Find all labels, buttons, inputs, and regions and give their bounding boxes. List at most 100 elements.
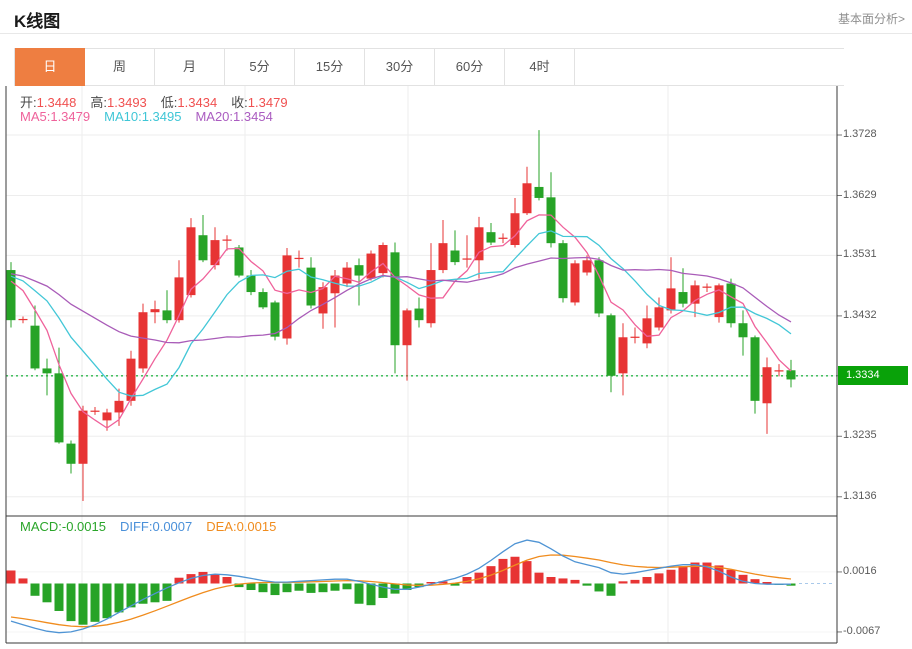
macd-hist-bar [246,583,256,591]
candle-body [282,255,292,339]
candle-body [750,337,760,401]
candle-body [450,250,460,263]
macd-hist-bar [318,583,328,593]
candle-body [390,252,400,346]
info-item: DIFF:0.0007 [119,519,193,534]
candle-body [174,277,184,321]
candle-body [738,323,748,338]
macd-hist-bar [222,576,232,584]
macd-hist-bar [294,583,304,591]
candle-body [354,265,364,276]
info-item: 收:1.3479 [231,95,288,110]
macd-hist-bar [78,583,88,625]
candle-body [498,237,508,239]
candle-body [534,186,544,198]
candle-body [462,258,472,260]
info-item: 开:1.3448 [20,95,77,110]
candle-body [150,309,160,313]
macd-hist-bar [606,583,616,596]
candle-body [66,443,76,464]
macd-hist-bar [30,583,40,596]
macd-hist-bar [18,578,28,584]
candle-body [18,318,28,321]
macd-hist-bar [282,583,292,593]
macd-hist-bar [90,583,100,622]
candle-body [426,270,436,324]
candle-body [162,310,172,321]
info-item: 高:1.3493 [90,95,147,110]
macd-hist-bar [102,583,112,619]
macd-hist-bar [546,576,556,584]
macd-hist-bar [678,566,688,584]
price-axis-label: 1.3531 [843,248,877,261]
candle-body [54,373,64,443]
kline-page: K线图 基本面分析> 日周月 5分 15分 30分 60分 4时 开:1.3448 高:1.… [0,0,912,649]
candle-body [558,243,568,299]
price-axis-label: 1.3728 [843,128,877,140]
macd-hist-bar [582,583,592,586]
macd-hist-bar [198,571,208,584]
macd-hist-bar [270,583,280,596]
macd-hist-bar [258,583,268,593]
candle-body [606,315,616,376]
macd-hist-bar [114,583,124,613]
info-item: 低:1.3434 [160,95,218,110]
info-item: MA20:1.3454 [195,109,273,124]
macd-hist-bar [762,582,772,584]
candle-body [414,308,424,321]
candle-body [762,367,772,404]
macd-hist-bar [6,570,16,584]
macd-hist-bar [378,583,388,598]
candle-body [78,410,88,464]
macd-hist-bar [510,556,520,584]
info-item: MA5:1.3479 [20,109,91,124]
candle-body [570,263,580,303]
candle-body [654,307,664,328]
candle-body [102,412,112,421]
current-price-tag: 1.3334 [838,366,908,386]
ma-info-bar: MA5:1.3479 MA10:1.3495 MA20:1.3454 [20,109,287,124]
info-item: DEA:0.0015 [206,519,277,534]
macd-info-bar: MACD:-0.0015 DIFF:0.0007 DEA:0.0015 [20,519,290,534]
candle-body [42,368,52,374]
price-axis-label: 1.3235 [843,429,877,442]
candle-body [726,283,736,324]
macd-hist-bar [654,573,664,584]
candle-body [582,260,592,273]
macd-hist-bar [42,583,52,603]
macd-hist-bar [66,583,76,622]
price-axis-label: 1.3629 [843,188,877,201]
candle-body [702,286,712,288]
candle-body [546,197,556,244]
candle-body [618,337,628,374]
macd-hist-bar [594,583,604,592]
macd-hist-bar [342,583,352,590]
macd-axis-label: 0.0016 [843,564,877,577]
candle-body [642,318,652,344]
macd-hist-bar [210,574,220,584]
candle-body [306,267,316,306]
info-item: MACD:-0.0015 [20,519,106,534]
macd-hist-bar [618,581,628,584]
candle-body [114,400,124,413]
candle-body [630,336,640,338]
candle-body [786,370,796,380]
candle-body [678,292,688,304]
candle-body [666,288,676,311]
macd-hist-bar [306,583,316,593]
macd-hist-bar [54,583,64,611]
macd-hist-bar [630,579,640,584]
macd-hist-bar [570,579,580,584]
candle-body [318,287,328,314]
candle-body [474,227,484,261]
macd-axis-label: -0.0067 [843,624,881,637]
candle-body [510,213,520,245]
candle-body [138,312,148,369]
candle-body [378,245,388,274]
candle-body [90,410,100,412]
info-item: MA10:1.3495 [104,109,182,124]
candle-body [774,370,784,372]
candle-body [522,183,532,214]
macd-hist-bar [534,572,544,584]
candle-body [30,325,40,369]
